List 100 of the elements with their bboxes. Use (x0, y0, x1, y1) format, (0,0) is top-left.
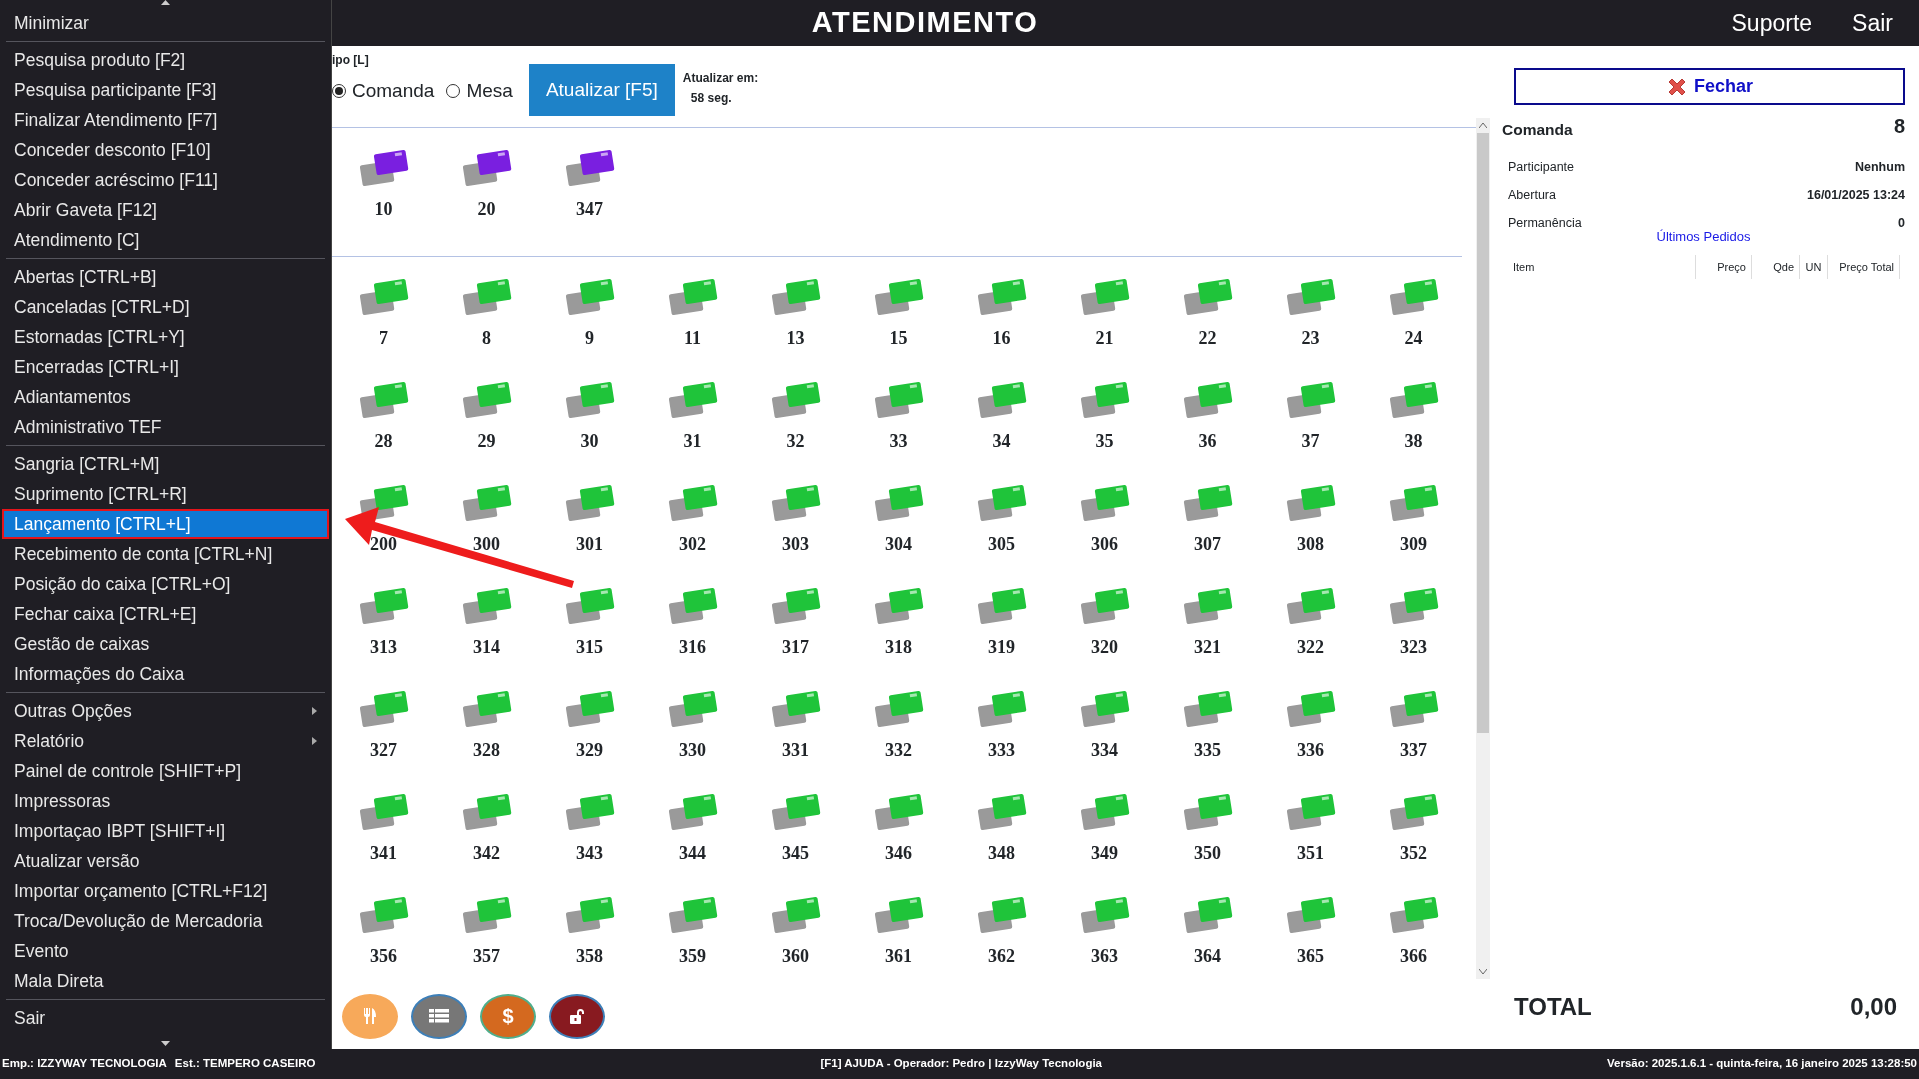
menu-item[interactable]: Sair (2, 1003, 329, 1033)
order-tile[interactable]: 320 (1053, 586, 1156, 689)
order-tile[interactable]: 335 (1156, 689, 1259, 792)
scroll-down-icon[interactable] (161, 1041, 170, 1046)
refresh-button[interactable]: Atualizar [F5] (528, 64, 675, 116)
order-tile[interactable]: 345 (744, 792, 847, 895)
order-tile[interactable]: 322 (1259, 586, 1362, 689)
order-tile[interactable]: 366 (1362, 895, 1465, 983)
menu-item[interactable]: Lançamento [CTRL+L] (2, 509, 329, 539)
menu-item[interactable]: Fechar caixa [CTRL+E] (2, 599, 329, 629)
scrollbar[interactable] (1476, 118, 1490, 979)
menu-item[interactable]: Abrir Gaveta [F12] (2, 195, 329, 225)
order-tile[interactable]: 334 (1053, 689, 1156, 792)
order-tile[interactable]: 352 (1362, 792, 1465, 895)
order-tile[interactable]: 20 (435, 148, 538, 234)
menu-item[interactable]: Canceladas [CTRL+D] (2, 292, 329, 322)
order-tile[interactable]: 348 (950, 792, 1053, 895)
header-link[interactable]: Sair (1852, 5, 1893, 41)
order-tile[interactable]: 313 (332, 586, 435, 689)
order-tile[interactable]: 357 (435, 895, 538, 983)
order-tile[interactable]: 330 (641, 689, 744, 792)
menu-item[interactable]: Painel de controle [SHIFT+P] (2, 756, 329, 786)
menu-item[interactable]: Estornadas [CTRL+Y] (2, 322, 329, 352)
order-tile[interactable]: 349 (1053, 792, 1156, 895)
order-tile[interactable]: 346 (847, 792, 950, 895)
order-tile[interactable]: 341 (332, 792, 435, 895)
unlock-button[interactable] (549, 993, 605, 1039)
order-tile[interactable]: 342 (435, 792, 538, 895)
order-tile[interactable]: 38 (1362, 380, 1465, 483)
menu-item[interactable]: Atualizar versão (2, 846, 329, 876)
menu-item[interactable]: Importaçao IBPT [SHIFT+I] (2, 816, 329, 846)
order-tile[interactable]: 10 (332, 148, 435, 234)
menu-item[interactable]: Troca/Devolução de Mercadoria (2, 906, 329, 936)
order-tile[interactable]: 300 (435, 483, 538, 586)
order-tile[interactable]: 319 (950, 586, 1053, 689)
menu-item[interactable]: Adiantamentos (2, 382, 329, 412)
order-tile[interactable]: 328 (435, 689, 538, 792)
menu-item[interactable]: Conceder acréscimo [F11] (2, 165, 329, 195)
order-tile[interactable]: 344 (641, 792, 744, 895)
order-tile[interactable]: 301 (538, 483, 641, 586)
order-tile[interactable]: 336 (1259, 689, 1362, 792)
menu-item[interactable]: Minimizar (2, 8, 329, 38)
order-tile[interactable]: 35 (1053, 380, 1156, 483)
order-tile[interactable]: 333 (950, 689, 1053, 792)
menu-item[interactable]: Outras Opções (2, 696, 329, 726)
radio-option[interactable]: Comanda (332, 77, 435, 106)
order-tile[interactable]: 307 (1156, 483, 1259, 586)
menu-item[interactable]: Sangria [CTRL+M] (2, 449, 329, 479)
order-tile[interactable]: 30 (538, 380, 641, 483)
menu-item[interactable]: Encerradas [CTRL+I] (2, 352, 329, 382)
order-tile[interactable]: 358 (538, 895, 641, 983)
order-tile[interactable]: 22 (1156, 277, 1259, 380)
order-tile[interactable]: 9 (538, 277, 641, 380)
order-tile[interactable]: 316 (641, 586, 744, 689)
order-tile[interactable]: 317 (744, 586, 847, 689)
order-tile[interactable]: 356 (332, 895, 435, 983)
order-tile[interactable]: 28 (332, 380, 435, 483)
order-tile[interactable]: 327 (332, 689, 435, 792)
menu-item[interactable]: Atendimento [C] (2, 225, 329, 255)
close-button[interactable]: Fechar (1514, 68, 1905, 105)
menu-item[interactable]: Pesquisa participante [F3] (2, 75, 329, 105)
menu-item[interactable]: Pesquisa produto [F2] (2, 45, 329, 75)
order-tile[interactable]: 8 (435, 277, 538, 380)
order-tile[interactable]: 343 (538, 792, 641, 895)
cash-button[interactable]: $ (480, 993, 536, 1039)
order-tile[interactable]: 37 (1259, 380, 1362, 483)
order-tile[interactable]: 31 (641, 380, 744, 483)
menu-item[interactable]: Finalizar Atendimento [F7] (2, 105, 329, 135)
order-tile[interactable]: 308 (1259, 483, 1362, 586)
menu-item[interactable]: Mala Direta (2, 966, 329, 996)
scroll-up-icon[interactable] (161, 0, 170, 5)
menu-item[interactable]: Abertas [CTRL+B] (2, 262, 329, 292)
menu-item[interactable]: Evento (2, 936, 329, 966)
list-button[interactable] (411, 993, 467, 1039)
order-tile[interactable]: 23 (1259, 277, 1362, 380)
menu-item[interactable]: Conceder desconto [F10] (2, 135, 329, 165)
order-tile[interactable]: 318 (847, 586, 950, 689)
order-tile[interactable]: 314 (435, 586, 538, 689)
order-tile[interactable]: 13 (744, 277, 847, 380)
order-tile[interactable]: 16 (950, 277, 1053, 380)
order-tile[interactable]: 361 (847, 895, 950, 983)
menu-item[interactable]: Administrativo TEF (2, 412, 329, 442)
header-link[interactable]: Suporte (1731, 5, 1813, 41)
order-tile[interactable]: 36 (1156, 380, 1259, 483)
order-tile[interactable]: 34 (950, 380, 1053, 483)
order-tile[interactable]: 350 (1156, 792, 1259, 895)
order-tile[interactable]: 365 (1259, 895, 1362, 983)
order-tile[interactable]: 302 (641, 483, 744, 586)
menu-item[interactable]: Relatório (2, 726, 329, 756)
order-tile[interactable]: 360 (744, 895, 847, 983)
scroll-thumb[interactable] (1477, 133, 1489, 733)
order-tile[interactable]: 364 (1156, 895, 1259, 983)
order-tile[interactable]: 347 (538, 148, 641, 234)
order-tile[interactable]: 359 (641, 895, 744, 983)
menu-item[interactable]: Recebimento de conta [CTRL+N] (2, 539, 329, 569)
order-tile[interactable]: 323 (1362, 586, 1465, 689)
menu-item[interactable]: Importar orçamento [CTRL+F12] (2, 876, 329, 906)
menu-item[interactable]: Suprimento [CTRL+R] (2, 479, 329, 509)
order-tile[interactable]: 351 (1259, 792, 1362, 895)
order-tile[interactable]: 332 (847, 689, 950, 792)
